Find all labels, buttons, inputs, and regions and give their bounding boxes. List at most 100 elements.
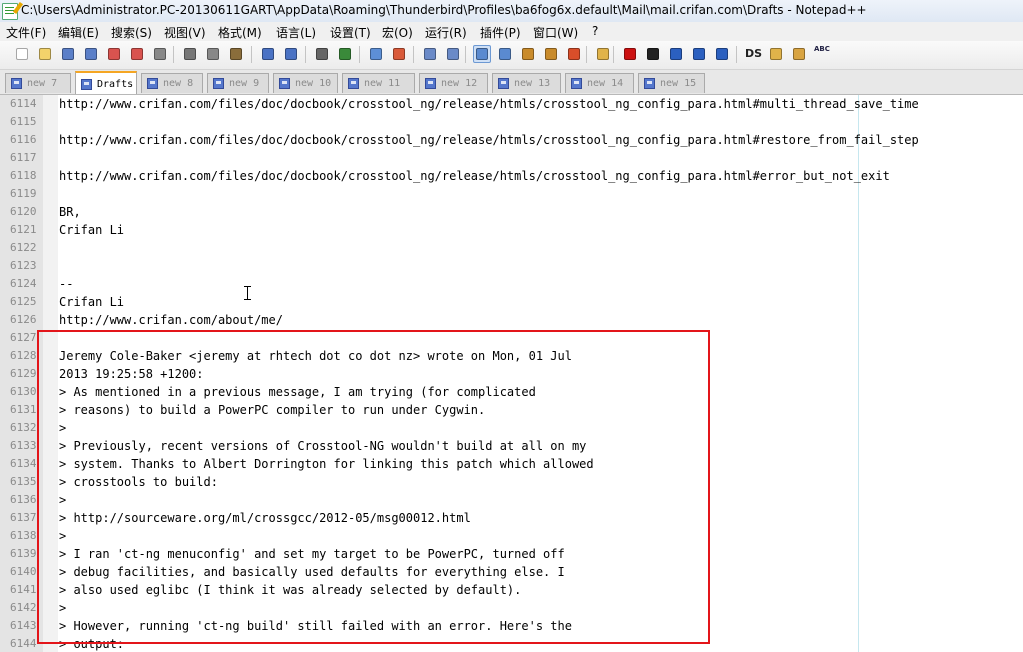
line-text[interactable]: > output: xyxy=(59,637,124,651)
line-text[interactable]: -- xyxy=(59,277,73,291)
cut-icon[interactable] xyxy=(181,45,199,63)
editor-line[interactable]: 6131 > reasons) to build a PowerPC compil… xyxy=(0,401,1023,419)
line-text[interactable]: > also used eglibc (I think it was alrea… xyxy=(59,583,521,597)
tab-8[interactable]: new 14 xyxy=(565,73,634,93)
tab-2[interactable]: new 8 xyxy=(141,73,203,93)
editor-line[interactable]: 6125 Crifan Li xyxy=(0,293,1023,311)
editor-line[interactable]: 6119 xyxy=(0,185,1023,203)
editor-line[interactable]: 6116 http://www.crifan.com/files/doc/docb… xyxy=(0,131,1023,149)
save-macro-icon[interactable] xyxy=(713,45,731,63)
editor-line[interactable]: 6124 -- xyxy=(0,275,1023,293)
editor-area[interactable]: 6114 http://www.crifan.com/files/doc/docb… xyxy=(0,95,1023,652)
line-text[interactable]: > I ran 'ct-ng menuconfig' and set my ta… xyxy=(59,547,565,561)
show-all-chars-icon[interactable] xyxy=(496,45,514,63)
editor-line[interactable]: 6128 Jeremy Cole-Baker <jeremy at rhtech … xyxy=(0,347,1023,365)
line-text[interactable]: > Previously, recent versions of Crossto… xyxy=(59,439,586,453)
editor-line[interactable]: 6143 > However, running 'ct-ng build' sti… xyxy=(0,617,1023,635)
menu-item-11[interactable]: ? xyxy=(592,24,598,38)
menu-item-1[interactable]: 编辑(E) xyxy=(58,24,99,41)
editor-line[interactable]: 6118 http://www.crifan.com/files/doc/docb… xyxy=(0,167,1023,185)
editor-line[interactable]: 6139 > I ran 'ct-ng menuconfig' and set m… xyxy=(0,545,1023,563)
sync-horizontal-icon[interactable] xyxy=(444,45,462,63)
indent-guide-icon[interactable] xyxy=(519,45,537,63)
close-all-icon[interactable] xyxy=(128,45,146,63)
editor-line[interactable]: 6127 xyxy=(0,329,1023,347)
explorer-plugin-icon[interactable] xyxy=(767,45,785,63)
line-text[interactable]: 2013 19:25:58 +1200: xyxy=(59,367,204,381)
menu-item-5[interactable]: 语言(L) xyxy=(276,24,316,41)
line-text[interactable]: http://www.crifan.com/files/doc/docbook/… xyxy=(59,133,919,147)
copy-icon[interactable] xyxy=(204,45,222,63)
save-icon[interactable] xyxy=(59,45,77,63)
folder-workspace-icon[interactable] xyxy=(594,45,612,63)
editor-line[interactable]: 6132 > xyxy=(0,419,1023,437)
line-text[interactable]: > However, running 'ct-ng build' still f… xyxy=(59,619,572,633)
editor-line[interactable]: 6123 xyxy=(0,257,1023,275)
editor-line[interactable]: 6135 > crosstools to build: xyxy=(0,473,1023,491)
editor-line[interactable]: 6126 http://www.crifan.com/about/me/ xyxy=(0,311,1023,329)
line-text[interactable]: http://www.crifan.com/files/doc/docbook/… xyxy=(59,169,890,183)
line-text[interactable]: Crifan Li xyxy=(59,223,124,237)
record-macro-icon[interactable] xyxy=(621,45,639,63)
line-text[interactable]: BR, xyxy=(59,205,81,219)
line-text[interactable]: > xyxy=(59,493,66,507)
document-map-icon[interactable] xyxy=(542,45,560,63)
editor-line[interactable]: 6136 > xyxy=(0,491,1023,509)
menu-item-9[interactable]: 插件(P) xyxy=(480,24,521,41)
editor-line[interactable]: 6138 > xyxy=(0,527,1023,545)
editor-line[interactable]: 6117 xyxy=(0,149,1023,167)
editor-line[interactable]: 6130 > As mentioned in a previous message… xyxy=(0,383,1023,401)
paste-icon[interactable] xyxy=(227,45,245,63)
editor-line[interactable]: 6122 xyxy=(0,239,1023,257)
replace-icon[interactable] xyxy=(336,45,354,63)
run-macro-multiple-icon[interactable] xyxy=(690,45,708,63)
line-text[interactable]: > debug facilities, and basically used d… xyxy=(59,565,565,579)
tab-1[interactable]: Drafts xyxy=(75,71,137,94)
tab-9[interactable]: new 15 xyxy=(638,73,705,93)
tab-4[interactable]: new 10 xyxy=(273,73,338,93)
spell-check-icon[interactable]: ABC xyxy=(813,45,831,63)
menu-item-7[interactable]: 宏(O) xyxy=(382,24,413,41)
line-text[interactable]: Crifan Li xyxy=(59,295,124,309)
line-text[interactable]: > xyxy=(59,529,66,543)
undo-icon[interactable] xyxy=(259,45,277,63)
tab-6[interactable]: new 12 xyxy=(419,73,488,93)
editor-line[interactable]: 6114 http://www.crifan.com/files/doc/docb… xyxy=(0,95,1023,113)
menu-item-6[interactable]: 设置(T) xyxy=(330,24,371,41)
sync-vertical-icon[interactable] xyxy=(421,45,439,63)
save-all-icon[interactable] xyxy=(82,45,100,63)
line-text[interactable]: http://www.crifan.com/about/me/ xyxy=(59,313,283,327)
line-text[interactable]: > crosstools to build: xyxy=(59,475,218,489)
editor-line[interactable]: 6144 > output: xyxy=(0,635,1023,652)
word-wrap-icon[interactable] xyxy=(473,45,491,63)
menu-item-3[interactable]: 视图(V) xyxy=(164,24,206,41)
zoom-out-icon[interactable] xyxy=(390,45,408,63)
editor-line[interactable]: 6141 > also used eglibc (I think it was a… xyxy=(0,581,1023,599)
open-file-icon[interactable] xyxy=(36,45,54,63)
line-text[interactable]: > xyxy=(59,601,66,615)
editor-line[interactable]: 6140 > debug facilities, and basically us… xyxy=(0,563,1023,581)
menu-item-10[interactable]: 窗口(W) xyxy=(533,24,578,41)
editor-line[interactable]: 6115 xyxy=(0,113,1023,131)
close-icon[interactable] xyxy=(105,45,123,63)
new-file-icon[interactable] xyxy=(13,45,31,63)
menu-item-4[interactable]: 格式(M) xyxy=(218,24,262,41)
plugin-icon[interactable] xyxy=(790,45,808,63)
line-text[interactable]: > As mentioned in a previous message, I … xyxy=(59,385,536,399)
editor-line[interactable]: 6142 > xyxy=(0,599,1023,617)
line-text[interactable]: > xyxy=(59,421,66,435)
print-icon[interactable] xyxy=(151,45,169,63)
editor-line[interactable]: 6137 > http://sourceware.org/ml/crossgcc/… xyxy=(0,509,1023,527)
editor-line[interactable]: 6121 Crifan Li xyxy=(0,221,1023,239)
zoom-in-icon[interactable] xyxy=(367,45,385,63)
find-icon[interactable] xyxy=(313,45,331,63)
line-text[interactable]: http://www.crifan.com/files/doc/docbook/… xyxy=(59,97,919,111)
line-text[interactable]: > system. Thanks to Albert Dorrington fo… xyxy=(59,457,594,471)
editor-line[interactable]: 6134 > system. Thanks to Albert Dorringto… xyxy=(0,455,1023,473)
line-text[interactable]: > reasons) to build a PowerPC compiler t… xyxy=(59,403,485,417)
menu-item-0[interactable]: 文件(F) xyxy=(6,24,46,41)
function-list-icon[interactable] xyxy=(565,45,583,63)
tab-0[interactable]: new 7 xyxy=(5,73,71,93)
line-text[interactable]: > http://sourceware.org/ml/crossgcc/2012… xyxy=(59,511,471,525)
menu-item-8[interactable]: 运行(R) xyxy=(425,24,467,41)
